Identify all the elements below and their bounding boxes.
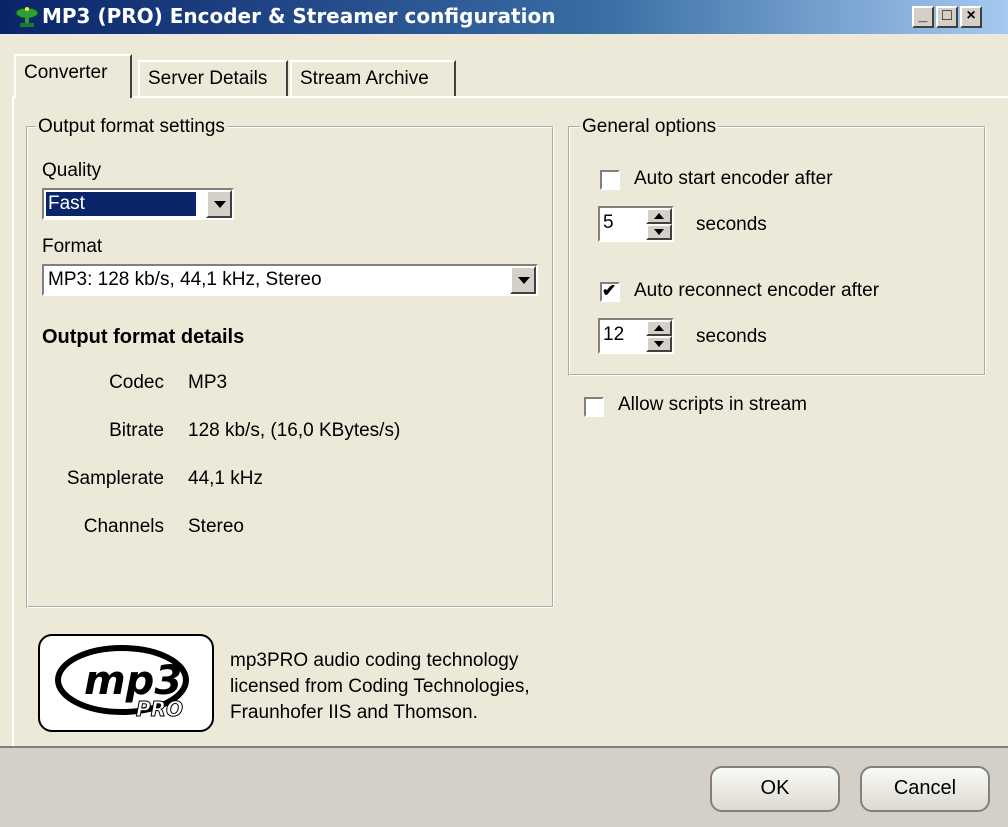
tab-stream-archive-label: Stream Archive	[300, 68, 429, 89]
auto-start-unit: seconds	[696, 214, 767, 235]
maximize-icon: □	[942, 7, 952, 24]
auto-reconnect-seconds-spinner[interactable]: 12	[598, 318, 674, 354]
tab-server-details[interactable]: Server Details	[138, 60, 288, 98]
detail-label-codec: Codec	[109, 372, 164, 393]
detail-value-bitrate: 128 kb/s, (16,0 KBytes/s)	[188, 420, 401, 441]
spin-down-button[interactable]	[646, 336, 672, 352]
chevron-down-icon	[518, 277, 530, 284]
close-icon: ×	[966, 7, 976, 24]
cancel-button[interactable]: Cancel	[860, 766, 990, 812]
ok-button[interactable]: OK	[710, 766, 840, 812]
checkmark-icon: ✔	[602, 281, 617, 300]
quality-dropdown[interactable]: Fast	[42, 188, 234, 220]
auto-reconnect-unit: seconds	[696, 326, 767, 347]
config-window: MP3 (PRO) Encoder & Streamer configurati…	[0, 0, 1008, 827]
spin-up-button[interactable]	[646, 320, 672, 336]
format-label: Format	[42, 236, 103, 257]
arrow-down-icon	[654, 229, 664, 235]
license-line-2: licensed from Coding Technologies,	[230, 676, 530, 697]
minimize-icon: _	[918, 7, 928, 24]
chevron-down-icon	[214, 201, 226, 208]
quality-label: Quality	[42, 160, 102, 181]
output-format-group-label: Output format settings	[36, 116, 227, 138]
auto-start-seconds-spinner[interactable]: 5	[598, 206, 674, 242]
detail-label-bitrate: Bitrate	[109, 420, 164, 441]
auto-start-seconds-value: 5	[603, 212, 614, 233]
quality-dropdown-button[interactable]	[206, 190, 232, 218]
maximize-button[interactable]: □	[936, 6, 958, 28]
tab-converter[interactable]: Converter	[14, 54, 132, 98]
arrow-up-icon	[654, 325, 664, 331]
close-button[interactable]: ×	[960, 6, 982, 28]
detail-value-channels: Stereo	[188, 516, 244, 537]
general-options-group: General options Auto start encoder after…	[568, 116, 986, 376]
output-format-group: Output format settings Quality Fast Form…	[26, 116, 554, 608]
auto-reconnect-label: Auto reconnect encoder after	[634, 280, 880, 301]
allow-scripts-label: Allow scripts in stream	[618, 394, 807, 415]
detail-value-samplerate: 44,1 kHz	[188, 468, 263, 489]
auto-reconnect-checkbox[interactable]: ✔	[600, 281, 620, 302]
auto-start-label: Auto start encoder after	[634, 168, 833, 189]
spin-up-button[interactable]	[646, 208, 672, 224]
quality-value: Fast	[48, 193, 85, 214]
minimize-button[interactable]: _	[912, 6, 934, 28]
spin-down-button[interactable]	[646, 224, 672, 240]
detail-value-codec: MP3	[188, 372, 228, 393]
arrow-up-icon	[654, 213, 664, 219]
mp3pro-logo: mp3 PRO	[38, 634, 214, 732]
auto-reconnect-seconds-value: 12	[603, 324, 625, 345]
dialog-button-bar: OK Cancel	[0, 746, 1008, 827]
mp3pro-logo-graphic: mp3 PRO	[55, 645, 189, 722]
detail-label-samplerate: Samplerate	[66, 468, 164, 489]
license-line-1: mp3PRO audio coding technology	[230, 650, 519, 671]
allow-scripts-checkbox[interactable]	[584, 397, 604, 417]
format-value: MP3: 128 kb/s, 44,1 kHz, Stereo	[48, 269, 322, 290]
general-options-group-label: General options	[580, 116, 719, 138]
title-bar[interactable]: MP3 (PRO) Encoder & Streamer configurati…	[0, 0, 1008, 34]
tab-server-details-label: Server Details	[148, 68, 268, 89]
window-title: MP3 (PRO) Encoder & Streamer configurati…	[42, 4, 556, 28]
license-line-3: Fraunhofer IIS and Thomson.	[230, 702, 478, 723]
format-dropdown[interactable]: MP3: 128 kb/s, 44,1 kHz, Stereo	[42, 264, 538, 296]
arrow-down-icon	[654, 341, 664, 347]
detail-label-channels: Channels	[83, 516, 164, 537]
output-details-heading: Output format details	[42, 326, 245, 348]
app-satellite-icon	[15, 7, 39, 27]
tab-stream-archive[interactable]: Stream Archive	[290, 60, 456, 98]
tab-converter-label: Converter	[24, 62, 108, 83]
auto-start-checkbox[interactable]	[600, 170, 620, 190]
format-dropdown-button[interactable]	[510, 266, 536, 294]
logo-text-sub: PRO	[136, 697, 183, 721]
